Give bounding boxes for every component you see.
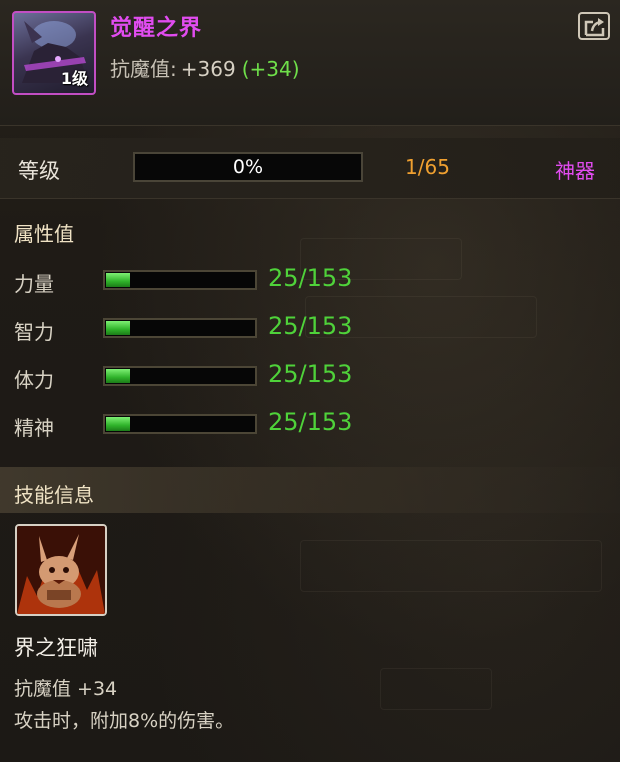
attribute-name: 体力 [14, 368, 54, 392]
resist-value: +369 [180, 57, 236, 81]
export-button[interactable] [578, 12, 610, 40]
item-name: 觉醒之界 [110, 16, 203, 41]
level-progress-text: 0% [232, 156, 264, 178]
level-label: 等级 [18, 159, 60, 183]
resist-stat: 抗魔值: +369 (+34) [110, 53, 300, 82]
level-row: 等级 0% 1/65 神器 [0, 138, 620, 199]
background-decoration [300, 540, 602, 592]
level-count: 1/65 [405, 155, 450, 179]
attribute-bar [103, 366, 257, 386]
attribute-bar [103, 318, 257, 338]
resist-bonus: (+34) [241, 57, 300, 81]
attribute-row-strength: 力量 25/153 [0, 264, 620, 308]
attribute-name: 力量 [14, 272, 54, 296]
attribute-value: 25/153 [268, 312, 353, 340]
attribute-bar-fill [106, 321, 130, 335]
awakening-item-icon: 1级 [12, 11, 96, 95]
rabbit-skill-icon[interactable] [15, 524, 107, 616]
level-progress-bar: 0% [133, 152, 363, 182]
attribute-bar [103, 414, 257, 434]
background-decoration [380, 668, 492, 710]
attribute-bar-fill [106, 417, 130, 431]
attributes-title: 属性值 [14, 222, 74, 246]
resist-label: 抗魔值: [110, 57, 177, 81]
artifact-tag[interactable]: 神器 [555, 155, 595, 184]
attribute-name: 精神 [14, 416, 54, 440]
skill-section-header: 技能信息 [0, 467, 620, 513]
item-header: 1级 觉醒之界 抗魔值: +369 (+34) [0, 0, 620, 126]
item-level-badge: 1级 [60, 69, 88, 88]
skill-description: 攻击时，附加8%的伤害。 [14, 710, 235, 732]
attribute-row-spirit: 精神 25/153 [0, 408, 620, 452]
attribute-value: 25/153 [268, 408, 353, 436]
attribute-value: 25/153 [268, 264, 353, 292]
skill-section-title: 技能信息 [14, 483, 94, 507]
attribute-bar-fill [106, 273, 130, 287]
attribute-name: 智力 [14, 320, 54, 344]
item-detail-panel: 1级 觉醒之界 抗魔值: +369 (+34) 等级 0% 1/65 神器 属性值 … [0, 0, 620, 762]
attribute-bar-fill [106, 369, 130, 383]
skill-effect: 抗魔值 +34 [14, 678, 118, 700]
attribute-bar [103, 270, 257, 290]
attribute-row-vitality: 体力 25/153 [0, 360, 620, 404]
attribute-value: 25/153 [268, 360, 353, 388]
export-arrow-icon [584, 18, 605, 37]
attribute-row-intelligence: 智力 25/153 [0, 312, 620, 356]
skill-name: 界之狂啸 [14, 636, 98, 660]
